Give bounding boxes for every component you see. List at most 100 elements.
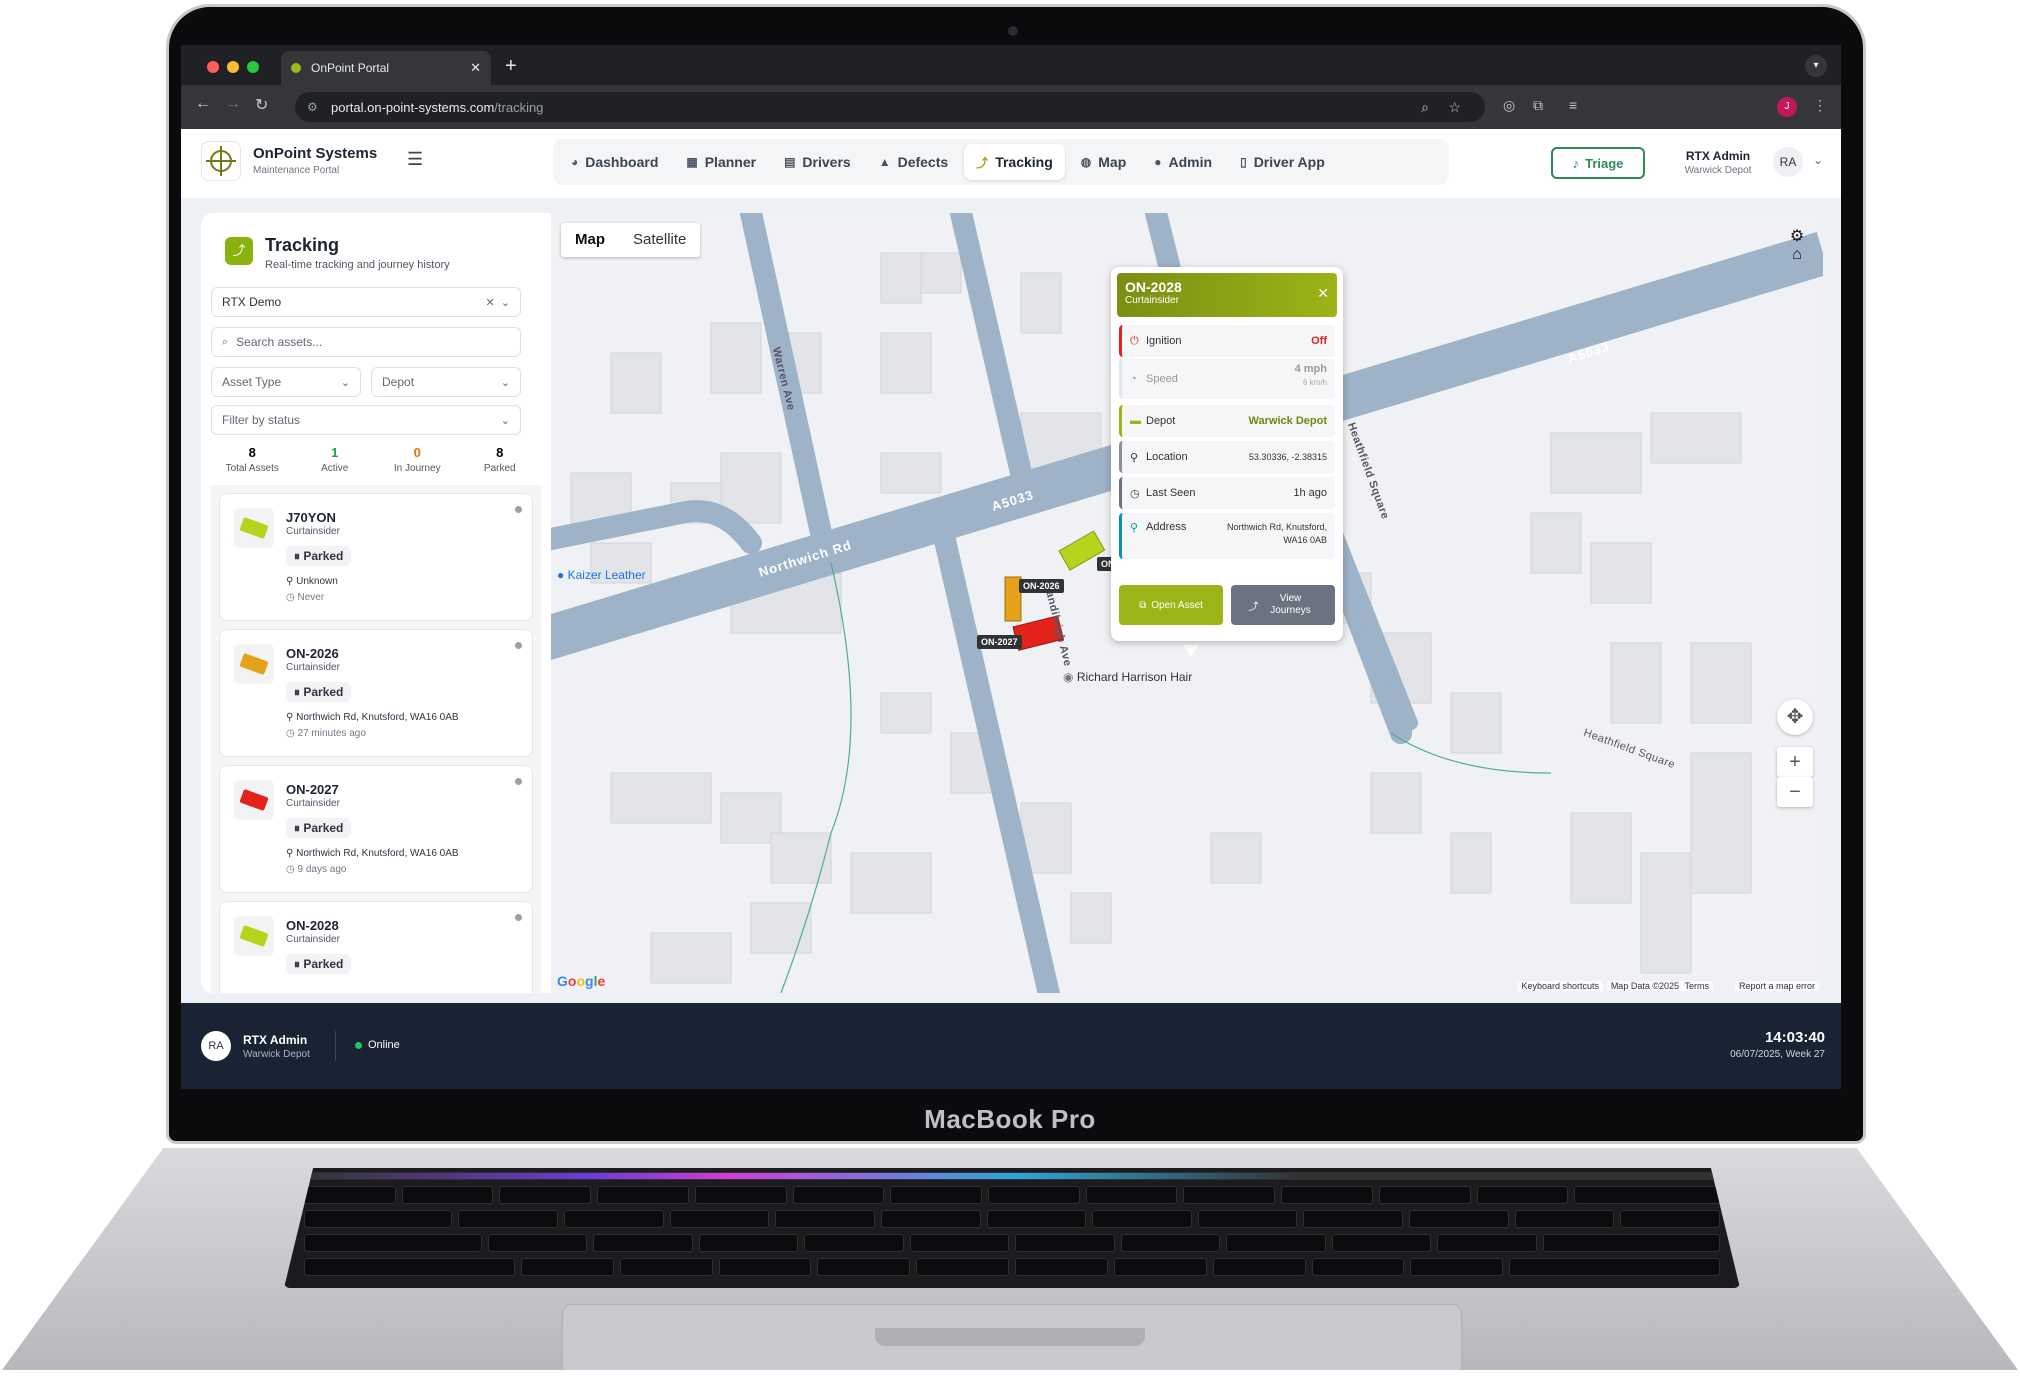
laptop-front-notch — [875, 1328, 1145, 1346]
media-icon[interactable]: ≡ — [1569, 97, 1577, 113]
recenter-icon[interactable]: ✥ — [1777, 699, 1813, 735]
globe-icon: ◍ — [1080, 155, 1092, 169]
route-icon: ⤴ — [225, 237, 253, 265]
stat-in-journey: 0 In Journey — [376, 445, 459, 474]
vehicle-label-on-2026[interactable]: ON-2026 — [1019, 579, 1064, 593]
zoom-icon[interactable]: ⌕ — [1421, 99, 1429, 116]
warning-icon: ▲ — [878, 155, 891, 169]
profile-avatar[interactable]: J — [1777, 97, 1797, 117]
stat-label: Active — [321, 463, 349, 474]
address-bar: ← → ↻ ⚙ portal.on-point-systems.com/trac… — [181, 85, 1841, 129]
company-subtitle: Maintenance Portal — [253, 165, 340, 176]
popup-title: ON-2028 — [1125, 279, 1182, 295]
tab-search-icon[interactable]: ▾ — [1805, 55, 1827, 77]
user-name: RTX Admin — [1685, 149, 1751, 163]
popup-header: ON-2028 Curtainsider ✕ — [1117, 273, 1337, 317]
nav-drivers[interactable]: ▤ Drivers — [772, 144, 863, 180]
status-dot — [515, 506, 522, 513]
map-type-map[interactable]: Map — [561, 223, 619, 257]
view-journeys-button[interactable]: ⤴ View Journeys — [1231, 585, 1335, 625]
time-text: 9 days ago — [297, 864, 347, 875]
truck-icon — [239, 788, 269, 812]
close-tab-icon[interactable]: ✕ — [470, 60, 481, 76]
zoom-out-button[interactable]: − — [1777, 777, 1813, 807]
poi-kaizer-leather[interactable]: ● Kaizer Leather — [557, 568, 646, 582]
search-input[interactable]: ⌕ Search assets... — [211, 327, 521, 357]
asset-name: ON-2028 — [286, 918, 339, 933]
asset-card[interactable]: ON-2026 Curtainsider ⏸ Parked ⚲ Northwic… — [219, 629, 533, 757]
asset-type: Curtainsider — [286, 798, 340, 809]
site-info-icon[interactable]: ⚙ — [307, 100, 318, 114]
nav-admin[interactable]: ● Admin — [1142, 144, 1224, 180]
nav-dashboard[interactable]: ◕ Dashboard — [559, 144, 670, 180]
close-icon[interactable]: ✕ — [1317, 285, 1329, 302]
asset-card[interactable]: J70YON Curtainsider ⏸ Parked ⚲ Unknown ◷… — [219, 493, 533, 621]
nav-defects[interactable]: ▲ Defects — [867, 144, 960, 180]
depot-select[interactable]: Depot ⌄ — [371, 367, 521, 397]
asset-card[interactable]: ON-2028 Curtainsider ⏸ Parked — [219, 901, 533, 993]
zoom-in-button[interactable]: + — [1777, 747, 1813, 777]
pin-icon: ⚲ — [286, 712, 294, 723]
nav-map[interactable]: ◍ Map — [1069, 144, 1138, 180]
reload-icon[interactable]: ↻ — [255, 95, 268, 115]
asset-popup: ON-2028 Curtainsider ✕ ⏻ Ignition Off ◔ Spe… — [1111, 267, 1343, 641]
new-tab-button[interactable]: + — [505, 55, 517, 78]
nav-planner[interactable]: ▦ Planner — [674, 144, 768, 180]
browser-tab[interactable]: OnPoint Portal ✕ — [281, 51, 491, 85]
clear-and-chevron-icon[interactable]: ✕ ⌄ — [485, 296, 510, 309]
back-icon[interactable]: ← — [195, 95, 211, 113]
report-map-error-link[interactable]: Report a map error — [1734, 981, 1819, 991]
hamburger-menu-icon[interactable]: ☰ — [407, 149, 423, 170]
power-icon: ⏻ — [1130, 334, 1139, 347]
logo[interactable] — [201, 141, 241, 181]
bookmark-star-icon[interactable]: ☆ — [1448, 99, 1461, 116]
tracking-map[interactable]: Map Satellite A5033 A5033 Northwich Rd W… — [551, 213, 1823, 993]
nav-driver-app[interactable]: ▯ Driver App — [1228, 144, 1337, 180]
asset-last-seen: ◷ 27 minutes ago — [286, 728, 366, 739]
tab-title: OnPoint Portal — [311, 61, 390, 75]
bell-icon: ♪ — [1572, 155, 1580, 171]
asset-card[interactable]: ON-2027 Curtainsider ⏸ Parked ⚲ Northwic… — [219, 765, 533, 893]
map-type-satellite[interactable]: Satellite — [619, 223, 700, 257]
triage-button[interactable]: ♪ Triage — [1551, 147, 1645, 179]
maximize-window-button[interactable] — [247, 61, 259, 73]
asset-type: Curtainsider — [286, 662, 340, 673]
popup-subtitle: Curtainsider — [1125, 295, 1179, 306]
open-asset-button[interactable]: ⧉ Open Asset — [1119, 585, 1223, 625]
asset-type-select[interactable]: Asset Type ⌄ — [211, 367, 361, 397]
home-icon[interactable]: ⌂ — [1779, 237, 1815, 273]
tracking-panel: ⤴ Tracking Real-time tracking and journe… — [201, 213, 551, 993]
poi-richard-harrison-hair[interactable]: ◉ Richard Harrison Hair — [1063, 670, 1192, 684]
truck-icon — [239, 516, 269, 540]
keyboard-shortcuts-link[interactable]: Keyboard shortcuts — [1517, 981, 1603, 991]
status-filter-select[interactable]: Filter by status ⌄ — [211, 405, 521, 435]
menu-kebab-icon[interactable]: ⋮ — [1813, 97, 1827, 114]
location-text: Northwich Rd, Knutsford, WA16 0AB — [296, 848, 459, 859]
device-brand-label: MacBook Pro — [924, 1104, 1096, 1134]
asset-location: ⚲ Unknown — [286, 576, 338, 587]
truck-thumbnail — [234, 644, 274, 684]
extension-icon[interactable]: ◎ — [1503, 97, 1515, 114]
status-badge: ⏸ Parked — [286, 954, 352, 974]
org-select[interactable]: RTX Demo ✕ ⌄ — [211, 287, 521, 317]
minimize-window-button[interactable] — [227, 61, 239, 73]
row-value: 53.30336, -2.38315 — [1248, 452, 1327, 462]
vehicle-label-on-2027[interactable]: ON-2027 — [977, 635, 1022, 649]
row-label: Speed — [1146, 373, 1178, 385]
footer-depot: Warwick Depot — [243, 1049, 310, 1060]
stat-label: In Journey — [393, 463, 441, 474]
user-avatar[interactable]: RA — [1773, 147, 1803, 177]
footer-date: 06/07/2025, Week 27 — [1730, 1049, 1825, 1060]
puzzle-icon[interactable]: ⧉ — [1533, 97, 1543, 114]
url-field[interactable]: ⚙ portal.on-point-systems.com/tracking ⌕… — [295, 92, 1485, 122]
close-window-button[interactable] — [207, 61, 219, 73]
nav-label: Driver App — [1253, 154, 1325, 170]
asset-type: Curtainsider — [286, 526, 340, 537]
route-icon: ⤴ — [976, 155, 989, 170]
company-name: OnPoint Systems — [253, 145, 378, 162]
nav-tracking[interactable]: ⤴ Tracking — [964, 144, 1065, 180]
view-journeys-label: View Journeys — [1270, 593, 1311, 616]
chevron-down-icon[interactable]: ⌄ — [1813, 153, 1823, 167]
terms-link[interactable]: Terms — [1680, 981, 1713, 991]
forward-icon[interactable]: → — [225, 95, 241, 113]
